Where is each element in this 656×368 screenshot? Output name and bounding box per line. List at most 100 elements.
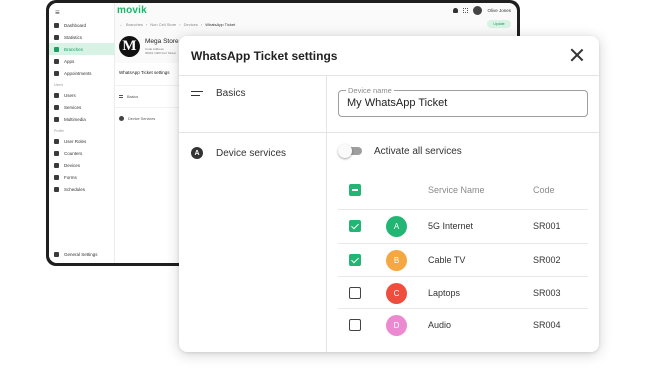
- sidebar-section-users: Users: [54, 83, 64, 87]
- chevron-right-icon: ›: [145, 22, 148, 27]
- device-name-input[interactable]: [347, 97, 577, 109]
- column-service-name: Service Name: [428, 185, 485, 195]
- sidebar-footer: General Settings: [49, 248, 115, 260]
- bell-icon[interactable]: [453, 7, 459, 13]
- user-name[interactable]: Olive Jones: [487, 8, 511, 13]
- breadcrumb-item[interactable]: Devices: [184, 22, 198, 27]
- settings-dialog: WhatsApp Ticket settings Basics A Device…: [179, 36, 599, 352]
- breadcrumb-item[interactable]: Non Cell Store: [150, 22, 176, 27]
- select-all-checkbox[interactable]: [349, 184, 361, 196]
- breadcrumb-item[interactable]: Branches: [126, 22, 143, 27]
- card-row-services[interactable]: Device Services: [115, 107, 184, 129]
- sidebar-item-devices[interactable]: Devices: [49, 159, 115, 171]
- device-name-field: Device name: [338, 86, 588, 117]
- hamburger-menu-icon[interactable]: ≡: [55, 8, 60, 17]
- sidebar-item-statistics[interactable]: Statistics: [49, 31, 115, 43]
- sidebar-item-apps[interactable]: Apps: [49, 55, 115, 67]
- avatar[interactable]: [473, 5, 483, 15]
- sidebar-item-label: Dashboard: [64, 22, 87, 28]
- card-row-label: Basics: [127, 94, 139, 99]
- card-title: WhatsApp Ticket settings: [119, 70, 170, 75]
- table-row[interactable]: B Cable TV SR002: [338, 243, 588, 276]
- row-checkbox[interactable]: [349, 287, 361, 299]
- gear-icon: [54, 251, 59, 257]
- users-icon: [54, 92, 59, 98]
- breadcrumb-current: WhatsApp Ticket: [205, 22, 236, 27]
- sidebar-item-counters[interactable]: Counters: [49, 147, 115, 159]
- devices-icon: [54, 162, 59, 168]
- background-topbar: movik Olive Jones: [115, 3, 517, 17]
- close-icon[interactable]: [569, 47, 585, 63]
- activate-all-label: Activate all services: [374, 145, 462, 157]
- counters-icon: [54, 150, 59, 156]
- table-row[interactable]: C Laptops SR003: [338, 276, 588, 309]
- sidebar-item-label: Schedules: [64, 186, 86, 192]
- service-avatar: B: [386, 250, 407, 271]
- sidebar-item-dashboard[interactable]: Dashboard: [49, 19, 115, 31]
- row-checkbox[interactable]: [349, 254, 361, 266]
- row-checkbox[interactable]: [349, 220, 361, 232]
- section-basics: Basics: [191, 88, 245, 99]
- sidebar-item-general-settings[interactable]: General Settings: [49, 248, 115, 260]
- service-avatar: C: [386, 283, 407, 304]
- sidebar-item-forms[interactable]: Forms: [49, 171, 115, 183]
- lines-icon: [119, 95, 123, 98]
- stage: ≡ Dashboard Statistics Branches Apps App…: [0, 0, 656, 368]
- card-row-label: Device Services: [128, 116, 156, 121]
- table-row[interactable]: A 5G Internet SR001: [338, 209, 588, 242]
- sidebar-item-label: Devices: [64, 162, 81, 168]
- device-icon: [119, 116, 124, 121]
- sidebar-item-user-roles[interactable]: User Roles: [49, 135, 115, 147]
- service-avatar: A: [386, 216, 407, 237]
- sidebar-item-label: Branches: [64, 46, 84, 52]
- apps-grid-icon[interactable]: [463, 7, 469, 13]
- sidebar-list: Dashboard Statistics Branches Apps Appoi…: [49, 19, 115, 195]
- toggle-knob: [338, 144, 352, 158]
- row-checkbox[interactable]: [349, 319, 361, 331]
- back-arrow-icon[interactable]: ←: [119, 22, 123, 27]
- service-code: SR002: [533, 255, 561, 265]
- table-row[interactable]: D Audio SR004: [338, 308, 588, 341]
- app-logo: movik: [117, 4, 147, 16]
- sidebar-item-label: Apps: [64, 58, 75, 64]
- multimedia-icon: [54, 116, 59, 122]
- update-button[interactable]: Update: [487, 20, 511, 28]
- sidebar-item-appointments[interactable]: Appointments: [49, 67, 115, 79]
- card-row-basics[interactable]: Basics: [115, 85, 184, 107]
- sidebar-item-schedules[interactable]: Schedules: [49, 183, 115, 195]
- service-code: SR004: [533, 320, 561, 330]
- sidebar-item-services[interactable]: Services: [49, 101, 115, 113]
- activate-all-row: Activate all services: [338, 144, 462, 158]
- service-name: 5G Internet: [428, 221, 474, 231]
- calendar-icon: [54, 70, 59, 76]
- statistics-icon: [54, 34, 59, 40]
- sidebar-item-label: General Settings: [64, 251, 98, 257]
- sidebar-item-label: Services: [64, 104, 82, 110]
- sidebar-item-branches[interactable]: Branches: [49, 43, 115, 55]
- service-code: SR003: [533, 288, 561, 298]
- activate-all-toggle[interactable]: [338, 144, 362, 158]
- column-code: Code: [533, 185, 555, 195]
- sidebar-item-label: Users: [64, 92, 76, 98]
- section-basics-label: Basics: [216, 88, 246, 99]
- forms-icon: [54, 174, 59, 180]
- horizontal-divider: [179, 132, 599, 133]
- background-sidebar: ≡ Dashboard Statistics Branches Apps App…: [49, 3, 115, 263]
- breadcrumb: ← Branches › Non Cell Store › Devices › …: [119, 22, 235, 27]
- store-logo: M: [119, 36, 140, 57]
- sidebar-item-label: Multimedia: [64, 116, 86, 122]
- sidebar-item-users[interactable]: Users: [49, 89, 115, 101]
- store-name: Mega Store: [145, 38, 179, 45]
- sidebar-item-label: Appointments: [64, 70, 92, 76]
- service-code: SR001: [533, 221, 561, 231]
- dialog-header: WhatsApp Ticket settings: [179, 36, 599, 76]
- service-avatar: D: [386, 315, 407, 336]
- sidebar-item-label: Counters: [64, 150, 83, 156]
- topbar-actions: Olive Jones: [453, 5, 511, 15]
- chevron-right-icon: ›: [179, 22, 181, 27]
- section-device-services-label: Device services: [216, 147, 287, 159]
- service-name: Laptops: [428, 288, 461, 298]
- dashboard-icon: [54, 22, 59, 28]
- chevron-right-icon: ›: [200, 22, 203, 27]
- sidebar-item-multimedia[interactable]: Multimedia: [49, 113, 115, 125]
